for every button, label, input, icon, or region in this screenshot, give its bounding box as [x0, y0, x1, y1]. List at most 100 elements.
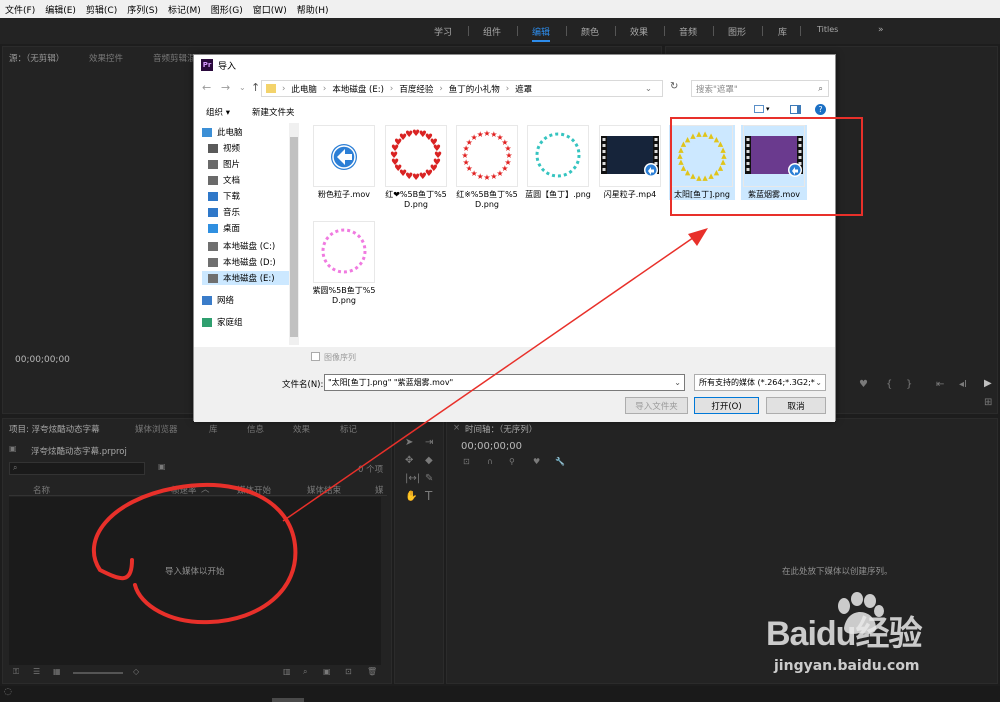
nav-item[interactable]: 音乐 [208, 205, 240, 219]
nav-item[interactable]: 本地磁盘 (D:) [208, 255, 276, 269]
new-folder-button[interactable]: 新建文件夹 [252, 106, 295, 118]
nav-item[interactable]: 本地磁盘 (C:) [208, 239, 275, 253]
scroll-indicator[interactable] [272, 698, 304, 702]
workspace-learn[interactable]: 学习 [434, 25, 452, 38]
type-tool-icon[interactable]: T [425, 489, 432, 503]
breadcrumb-drive-e[interactable]: 本地磁盘 (E:) [332, 83, 384, 95]
menu-graphics[interactable]: 图形(G) [206, 3, 248, 16]
export-frame-icon[interactable]: ⊞ [984, 397, 992, 408]
tab-project[interactable]: 项目: 浮夸炫酷动态字幕 [9, 423, 100, 435]
step-back-icon[interactable]: ◂I [959, 379, 967, 390]
linked-selection-icon[interactable]: ⚲ [509, 457, 515, 466]
list-view-icon[interactable]: ☰ [33, 667, 40, 676]
trash-icon[interactable]: 🗑 [367, 667, 377, 676]
new-bin-icon[interactable]: ▣ [158, 462, 166, 471]
path-input[interactable]: › 此电脑 › 本地磁盘 (E:) › 百度经验 › 鱼丁的小礼物 › 遮罩 ⌄ [261, 80, 663, 97]
tab-libraries[interactable]: 库 [209, 423, 218, 435]
in-point-icon[interactable]: { [886, 379, 892, 390]
go-to-in-icon[interactable]: ⇤ [936, 379, 944, 390]
workspace-titles[interactable]: Titles [817, 25, 838, 34]
menu-help[interactable]: 帮助(H) [292, 3, 334, 16]
breadcrumb-pc[interactable]: 此电脑 [291, 83, 317, 95]
project-list[interactable] [9, 497, 381, 665]
tab-media-browser[interactable]: 媒体浏览器 [135, 423, 178, 435]
organize-button[interactable]: 组织 ▾ [206, 106, 230, 118]
new-bin-button-icon[interactable]: ▣ [323, 667, 331, 676]
nav-scrollbar-thumb[interactable] [290, 137, 298, 337]
back-button[interactable]: ← [202, 81, 211, 94]
nav-item[interactable]: 图片 [208, 157, 240, 171]
workspace-overflow-button[interactable]: » [878, 25, 884, 35]
tab-timeline[interactable]: 时间轴：（无序列） [465, 423, 537, 435]
chevron-down-icon[interactable]: ⌄ [674, 378, 681, 387]
menu-window[interactable]: 窗口(W) [248, 3, 292, 16]
new-item-icon[interactable]: ⊡ [345, 667, 352, 676]
import-folder-button[interactable]: 导入文件夹 [625, 397, 688, 414]
workspace-audio[interactable]: 音频 [679, 25, 697, 38]
tab-source[interactable]: 源：（无剪辑） [9, 52, 64, 64]
dialog-titlebar[interactable]: Pr 导入 [194, 55, 835, 75]
menu-file[interactable]: 文件(F) [0, 3, 40, 16]
nav-item[interactable]: 网络 [202, 293, 234, 307]
wrench-icon[interactable]: 🔧 [555, 457, 565, 466]
selection-tool-icon[interactable]: ➤ [405, 437, 413, 448]
ripple-edit-icon[interactable]: ✥ [405, 455, 413, 466]
close-icon[interactable]: × [453, 423, 460, 433]
filetype-select[interactable]: 所有支持的媒体 (*.264;*.3G2;* ⌄ [694, 374, 826, 391]
workspace-assembly[interactable]: 组件 [483, 25, 501, 38]
file-item[interactable]: 粉色粒子.mov [311, 125, 377, 200]
image-sequence-checkbox[interactable] [311, 352, 320, 361]
recent-dropdown-icon[interactable]: ⌄ [239, 83, 246, 92]
cancel-button[interactable]: 取消 [766, 397, 826, 414]
help-icon[interactable]: ? [815, 104, 826, 115]
column-media-end[interactable]: 媒体结束 [307, 484, 341, 496]
nav-item[interactable]: 本地磁盘 (E:) [202, 271, 290, 285]
nav-item[interactable]: 下载 [208, 189, 240, 203]
pen-tool-icon[interactable]: ✎ [425, 473, 433, 484]
breadcrumb-mask[interactable]: 遮罩 [515, 83, 532, 95]
out-point-icon[interactable]: } [906, 379, 912, 390]
automate-icon[interactable]: ▥ [283, 667, 291, 676]
track-select-icon[interactable]: ⇥ [425, 437, 433, 448]
chevron-down-icon[interactable]: ⌄ [815, 378, 822, 387]
file-item[interactable]: ♥ ♥ ♥ ♥ ♥ ♥ ♥ ♥ ♥ ♥ ♥ ♥ ♥ ♥ ♥ ♥ ♥ ♥ ♥ ♥ 红❤%5B鱼丁%5D.png [383, 125, 449, 210]
file-item[interactable]: 蓝圆【鱼丁】.png [525, 125, 591, 200]
menu-markers[interactable]: 标记(M) [163, 3, 206, 16]
open-button[interactable]: 打开(O) [694, 397, 759, 414]
lock-icon[interactable]: ⚿ [13, 667, 19, 677]
chevron-down-icon[interactable]: ▾ [766, 105, 770, 113]
column-media[interactable]: 媒 [375, 484, 384, 496]
up-button[interactable]: ↑ [251, 81, 260, 94]
slip-tool-icon[interactable]: |↔| [405, 473, 420, 484]
menu-sequence[interactable]: 序列(S) [122, 3, 163, 16]
tab-effect-controls[interactable]: 效果控件 [89, 52, 123, 64]
snap-icon[interactable]: ∩ [487, 457, 493, 466]
zoom-slider[interactable] [73, 672, 123, 674]
tab-markers[interactable]: 标记 [340, 423, 357, 435]
workspace-graphics[interactable]: 图形 [728, 25, 746, 38]
workspace-color[interactable]: 颜色 [581, 25, 599, 38]
file-item[interactable]: ★ ★ ★ ★ ★ ★ ★ ★ ★ ★ ★ ★ ★ ★ ★ ★ ★ ★ ★ ★ 红※%5B鱼丁%5D.png [454, 125, 520, 210]
tab-info[interactable]: 信息 [247, 423, 264, 435]
project-search-input[interactable]: ⌕ [9, 462, 145, 475]
column-name[interactable]: 名称 [33, 484, 50, 496]
file-item[interactable]: ▲ ▲ ▲ ▲ ▲ ▲ ▲ ▲ ▲ ▲ ▲ ▲ ▲ ▲ ▲ ▲ ▲ ▲ ▲ ▲ ▲ ▲ 太阳[鱼丁].png [669, 125, 735, 200]
nav-item[interactable]: 桌面 [208, 221, 240, 235]
file-item[interactable]: 紫圆%5B鱼丁%5D.png [311, 221, 377, 306]
nest-icon[interactable]: ⊡ [463, 457, 470, 466]
nav-item[interactable]: 文档 [208, 173, 240, 187]
refresh-button[interactable]: ↻ [670, 81, 678, 92]
workspace-effects[interactable]: 效果 [630, 25, 648, 38]
marker-icon[interactable]: ♥ [859, 379, 868, 390]
column-frame-rate[interactable]: 帧速率 [171, 484, 197, 496]
play-icon[interactable]: ▶ [984, 378, 992, 389]
hand-tool-icon[interactable]: ✋ [405, 491, 417, 502]
preview-pane-icon[interactable] [790, 105, 801, 114]
nav-item[interactable]: 此电脑 [202, 125, 243, 139]
nav-item[interactable]: 家庭组 [202, 315, 243, 329]
razor-tool-icon[interactable]: ◆ [425, 455, 433, 466]
menu-clip[interactable]: 剪辑(C) [81, 3, 122, 16]
nav-item[interactable]: 视频 [208, 141, 240, 155]
tab-effects[interactable]: 效果 [293, 423, 310, 435]
menu-edit[interactable]: 编辑(E) [40, 3, 81, 16]
